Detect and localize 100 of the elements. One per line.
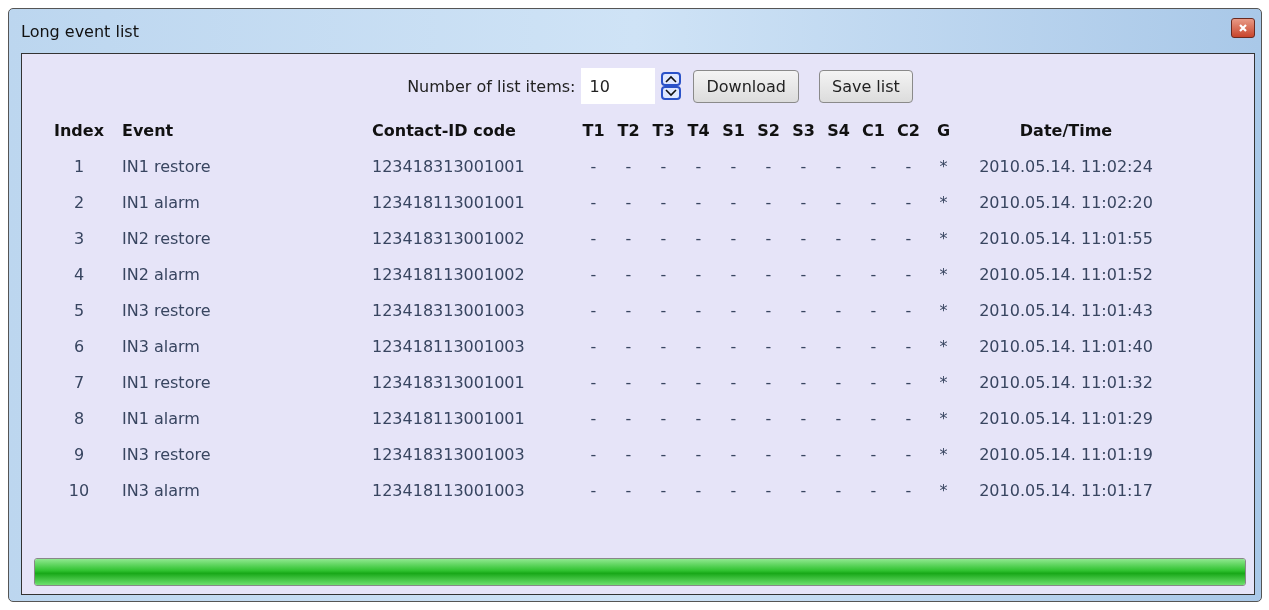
table-cell-text: - xyxy=(904,336,913,356)
table-cell-text: - xyxy=(624,300,633,320)
table-cell-text: * xyxy=(938,192,949,212)
table-cell-text: - xyxy=(624,408,633,428)
column-header: S3 xyxy=(791,120,816,140)
table-cell-text: - xyxy=(869,264,878,284)
column-header: Event xyxy=(122,120,175,140)
save-button[interactable]: Save list xyxy=(819,69,913,103)
table-cell-text: - xyxy=(834,372,843,392)
table-cell-text: - xyxy=(659,408,668,428)
table-cell-text: - xyxy=(624,228,633,248)
table-cell-text: - xyxy=(729,300,738,320)
item-count-label: Number of list items: xyxy=(407,76,576,96)
table-cell-text: 123418313001001 xyxy=(372,156,526,176)
table-cell-text: - xyxy=(659,264,668,284)
table-cell-text: - xyxy=(834,156,843,176)
table-cell-text: - xyxy=(694,408,703,428)
table-cell-text: IN1 alarm xyxy=(122,408,201,428)
table-cell-text: 123418313001001 xyxy=(372,372,526,392)
table-cell-text: - xyxy=(834,192,843,212)
table-cell-text: IN1 alarm xyxy=(122,192,201,212)
table-cell-text: - xyxy=(659,156,668,176)
item-count-field[interactable]: 10 xyxy=(581,68,656,104)
table-cell-text: - xyxy=(694,444,703,464)
table-cell-text: - xyxy=(799,444,808,464)
table-cell-text: - xyxy=(589,156,598,176)
table-cell-text: - xyxy=(904,156,913,176)
table-cell-text: * xyxy=(938,444,949,464)
table-cell-text: 3 xyxy=(72,228,86,248)
table-cell-text: - xyxy=(624,336,633,356)
table-cell-text: - xyxy=(624,444,633,464)
table-cell-text: - xyxy=(694,372,703,392)
spinner-icon[interactable] xyxy=(661,72,682,100)
column-header: S4 xyxy=(826,120,851,140)
table-cell-text: 123418313001002 xyxy=(372,228,526,248)
table-cell-text: * xyxy=(938,228,949,248)
table-cell-text: 6 xyxy=(72,336,86,356)
table-cell-text: - xyxy=(869,192,878,212)
table-cell-text: - xyxy=(659,372,668,392)
table-cell-text: 2010.05.14. 11:01:17 xyxy=(978,480,1154,500)
download-button[interactable]: Download xyxy=(693,69,799,103)
table-cell-text: - xyxy=(694,228,703,248)
table-cell-text: - xyxy=(694,264,703,284)
close-button[interactable] xyxy=(1231,18,1255,38)
table-cell-text: - xyxy=(764,156,773,176)
table-cell-text: 7 xyxy=(72,372,86,392)
table-cell-text: - xyxy=(869,228,878,248)
table-cell-text: 2010.05.14. 11:01:55 xyxy=(978,228,1154,248)
column-header: T3 xyxy=(651,120,676,140)
table-cell-text: 9 xyxy=(72,444,86,464)
table-cell-text: 123418113001003 xyxy=(372,336,526,356)
column-header: T2 xyxy=(616,120,641,140)
table-cell-text: - xyxy=(659,480,668,500)
table-cell-text: IN3 restore xyxy=(122,300,212,320)
table-cell-text: - xyxy=(869,408,878,428)
table-cell-text: - xyxy=(729,408,738,428)
table-cell-text: - xyxy=(834,336,843,356)
table-cell-text: IN3 alarm xyxy=(122,480,201,500)
table-cell-text: - xyxy=(729,336,738,356)
table-cell-text: - xyxy=(589,372,598,392)
column-header: C2 xyxy=(896,120,921,140)
table-cell-text: - xyxy=(904,372,913,392)
table-cell-text: - xyxy=(729,156,738,176)
table-cell-text: - xyxy=(799,228,808,248)
table-cell-text: 2010.05.14. 11:01:29 xyxy=(978,408,1154,428)
table-cell-text: IN1 restore xyxy=(122,156,212,176)
table-cell-text: - xyxy=(624,192,633,212)
table-cell-text: * xyxy=(938,480,949,500)
table-cell-text: - xyxy=(799,156,808,176)
table-cell-text: - xyxy=(764,300,773,320)
column-header: S2 xyxy=(756,120,781,140)
table-cell-text: * xyxy=(938,336,949,356)
table-cell-text: - xyxy=(904,264,913,284)
table-cell-text: - xyxy=(834,444,843,464)
table-cell-text: 8 xyxy=(72,408,86,428)
table-cell-text: - xyxy=(659,336,668,356)
table-cell-text: - xyxy=(589,228,598,248)
table-cell-text: 1 xyxy=(72,156,86,176)
table-cell-text: - xyxy=(694,300,703,320)
table-cell-text: - xyxy=(729,228,738,248)
table-cell-text: - xyxy=(764,444,773,464)
table-cell-text: - xyxy=(904,408,913,428)
table-cell-text: - xyxy=(834,300,843,320)
table-cell-text: - xyxy=(589,480,598,500)
table-cell-text: IN3 alarm xyxy=(122,336,201,356)
column-header: C1 xyxy=(861,120,886,140)
table-cell-text: 123418113001001 xyxy=(372,408,526,428)
table-cell-text: - xyxy=(624,264,633,284)
table-cell-text: - xyxy=(834,480,843,500)
table-cell-text: 2010.05.14. 11:02:20 xyxy=(978,192,1154,212)
table-cell-text: * xyxy=(938,408,949,428)
table-cell-text: 2010.05.14. 11:01:52 xyxy=(978,264,1154,284)
column-header: T4 xyxy=(686,120,711,140)
table-cell-text: - xyxy=(589,192,598,212)
table-cell-text: - xyxy=(904,300,913,320)
table-cell-text: - xyxy=(729,444,738,464)
table-cell-text: - xyxy=(799,336,808,356)
table-cell-text: - xyxy=(589,300,598,320)
table-cell-text: * xyxy=(938,264,949,284)
table-cell-text: 2010.05.14. 11:02:24 xyxy=(978,156,1154,176)
